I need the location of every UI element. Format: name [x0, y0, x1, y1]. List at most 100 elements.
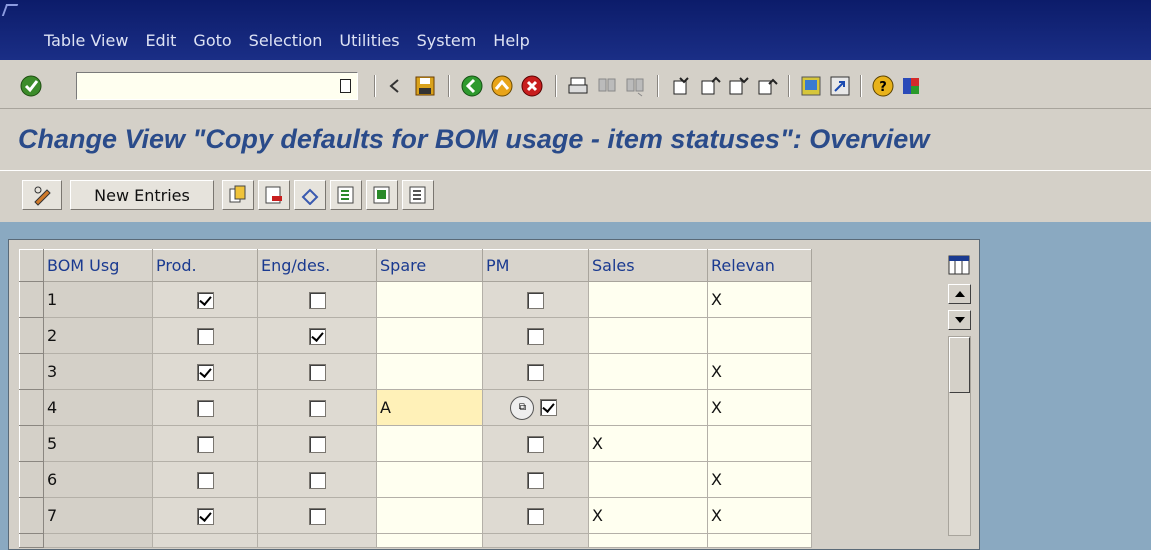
row-selector[interactable] — [19, 461, 44, 498]
eng-checkbox[interactable] — [308, 400, 326, 417]
pm-checkbox[interactable] — [527, 292, 544, 309]
col-bom-usage[interactable]: BOM Usg — [43, 249, 153, 282]
eng-checkbox[interactable] — [308, 508, 326, 525]
sales-field[interactable] — [588, 353, 708, 390]
customize-layout-icon[interactable] — [896, 71, 926, 101]
prod-checkbox[interactable] — [196, 508, 214, 525]
collapse-icon[interactable] — [380, 71, 410, 101]
help-icon[interactable]: ? — [868, 71, 898, 101]
spare-field[interactable] — [376, 425, 483, 462]
eng-checkbox[interactable] — [308, 328, 326, 345]
prod-checkbox[interactable] — [196, 292, 214, 309]
command-field[interactable] — [76, 72, 358, 100]
menu-utilities[interactable]: Utilities — [339, 31, 399, 50]
eng-checkbox[interactable] — [308, 472, 326, 489]
command-history-icon[interactable] — [340, 79, 351, 93]
sales-field[interactable] — [588, 281, 708, 318]
eng-checkbox[interactable] — [308, 364, 326, 381]
eng-checkbox[interactable] — [308, 436, 326, 453]
menu-goto[interactable]: Goto — [193, 31, 231, 50]
relevant-field[interactable] — [707, 317, 812, 354]
relevant-field[interactable] — [707, 425, 812, 462]
pm-checkbox[interactable] — [527, 364, 544, 381]
display-change-button[interactable] — [22, 180, 62, 210]
relevant-field[interactable]: X — [707, 389, 812, 426]
command-input[interactable] — [77, 73, 357, 99]
menu-help[interactable]: Help — [493, 31, 529, 50]
relevant-field[interactable]: X — [707, 497, 812, 534]
relevant-field[interactable]: X — [707, 353, 812, 390]
row-selector[interactable] — [19, 533, 44, 548]
select-all-button[interactable] — [330, 180, 362, 210]
shortcut-icon[interactable] — [825, 71, 855, 101]
scroll-thumb[interactable] — [949, 337, 970, 393]
print-icon[interactable] — [563, 71, 593, 101]
eng-checkbox[interactable] — [308, 292, 326, 309]
spare-field[interactable]: A — [376, 389, 483, 426]
prod-checkbox[interactable] — [196, 472, 214, 489]
relevant-field[interactable]: X — [707, 461, 812, 498]
col-sales[interactable]: Sales — [588, 249, 708, 282]
row-selector[interactable] — [19, 317, 44, 354]
find-next-icon[interactable] — [620, 71, 650, 101]
col-spare[interactable]: Spare — [376, 249, 483, 282]
row-selector[interactable] — [19, 281, 44, 318]
find-icon[interactable] — [592, 71, 622, 101]
select-all-rows[interactable] — [19, 249, 44, 282]
pm-checkbox[interactable] — [539, 399, 557, 416]
new-entries-button[interactable]: New Entries — [70, 180, 214, 210]
menu-edit[interactable]: Edit — [145, 31, 176, 50]
table-settings-icon[interactable] — [948, 255, 970, 279]
deselect-all-button[interactable] — [402, 180, 434, 210]
row-selector[interactable] — [19, 497, 44, 534]
spare-field[interactable] — [376, 353, 483, 390]
sales-field[interactable]: X — [588, 425, 708, 462]
relevant-field[interactable]: X — [707, 281, 812, 318]
menu-table-view[interactable]: Table View — [44, 31, 128, 50]
sales-field[interactable] — [588, 389, 708, 426]
delete-button[interactable] — [258, 180, 290, 210]
menu-system[interactable]: System — [417, 31, 477, 50]
scrollbar[interactable] — [948, 284, 971, 536]
col-pm[interactable]: PM — [482, 249, 589, 282]
select-block-button[interactable] — [366, 180, 398, 210]
prod-checkbox[interactable] — [196, 328, 214, 345]
prod-checkbox[interactable] — [196, 436, 214, 453]
pm-checkbox[interactable] — [527, 508, 544, 525]
undo-change-button[interactable] — [294, 180, 326, 210]
enter-icon[interactable] — [16, 71, 46, 101]
exit-icon[interactable] — [487, 71, 517, 101]
spare-field[interactable] — [376, 497, 483, 534]
col-relevant[interactable]: Relevan — [707, 249, 812, 282]
prod-checkbox[interactable] — [196, 400, 214, 417]
spare-field[interactable] — [376, 461, 483, 498]
cancel-icon[interactable] — [517, 71, 547, 101]
save-icon[interactable] — [410, 71, 440, 101]
scroll-down-icon[interactable] — [948, 310, 971, 330]
scroll-track[interactable] — [948, 336, 971, 536]
row-selector[interactable] — [19, 425, 44, 462]
last-page-icon[interactable] — [752, 71, 782, 101]
spare-field[interactable] — [376, 317, 483, 354]
sales-field[interactable] — [588, 461, 708, 498]
scroll-up-icon[interactable] — [948, 284, 971, 304]
col-engineering[interactable]: Eng/des. — [257, 249, 377, 282]
pm-checkbox[interactable] — [527, 436, 544, 453]
next-page-icon[interactable] — [723, 71, 753, 101]
copy-as-button[interactable] — [222, 180, 254, 210]
sales-field[interactable] — [588, 317, 708, 354]
back-icon[interactable] — [457, 71, 487, 101]
window-menu-icon[interactable] — [1, 4, 19, 16]
previous-page-icon[interactable] — [695, 71, 725, 101]
pm-checkbox[interactable] — [527, 328, 544, 345]
value-help-icon[interactable]: ⧉ — [510, 395, 535, 420]
first-page-icon[interactable] — [667, 71, 697, 101]
row-selector[interactable] — [19, 389, 44, 426]
pm-checkbox[interactable] — [527, 472, 544, 489]
row-selector[interactable] — [19, 353, 44, 390]
col-production[interactable]: Prod. — [152, 249, 258, 282]
sales-field[interactable]: X — [588, 497, 708, 534]
menu-selection[interactable]: Selection — [249, 31, 323, 50]
prod-checkbox[interactable] — [196, 364, 214, 381]
spare-field[interactable] — [376, 281, 483, 318]
